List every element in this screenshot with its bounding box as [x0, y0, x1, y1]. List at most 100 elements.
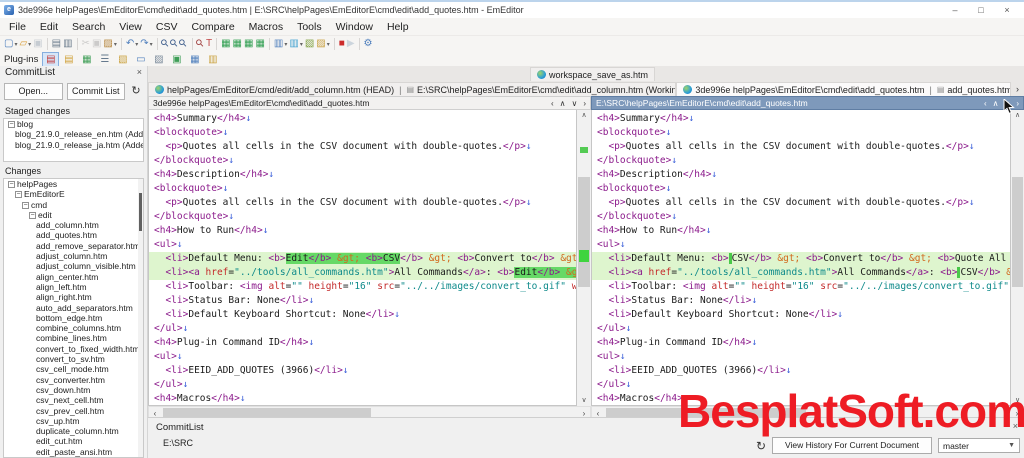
plugin-projects-icon[interactable]: ▤ [42, 52, 60, 67]
tree-item[interactable]: blog_21.9.0_release_en.htm (Added) [4, 129, 143, 139]
scroll-up-icon[interactable]: ∧ [577, 110, 591, 121]
maximize-button[interactable]: □ [968, 3, 994, 17]
tree-item[interactable]: − cmd [4, 200, 143, 210]
refresh-icon[interactable]: ↻ [129, 85, 143, 98]
menu-tools[interactable]: Tools [290, 19, 329, 35]
tree-item[interactable]: convert_to_fixed_width.htm [4, 344, 143, 354]
csv-tsv-mode-icon[interactable]: ▦ [232, 37, 243, 51]
first-difference-icon[interactable]: ∧ [560, 99, 566, 108]
compare-icon[interactable]: ▥ ▾ [273, 37, 288, 51]
menu-view[interactable]: View [112, 19, 149, 35]
plugin-outline-icon[interactable]: ☰ [96, 52, 113, 67]
menu-file[interactable]: File [2, 19, 33, 35]
right-editor-pane[interactable]: <h4>Summary</h4>↓ <blockquote>↓ <p>Quotes… [591, 110, 1011, 406]
tree-item[interactable]: align_center.htm [4, 272, 143, 282]
tree-item[interactable]: combine_columns.htm [4, 323, 143, 333]
tree-item[interactable]: − edit [4, 210, 143, 220]
new-document-icon[interactable]: ▢ ▾ [3, 37, 18, 51]
changes-tree-scrollbar[interactable] [138, 179, 143, 457]
tree-item[interactable]: edit_paste_ansi.htm [4, 447, 143, 457]
tree-item[interactable]: add_column.htm [4, 220, 143, 230]
tree-item[interactable]: duplicate_column.htm [4, 426, 143, 436]
last-difference-icon[interactable]: › [583, 99, 586, 108]
right-vscroll-thumb[interactable] [1012, 177, 1023, 287]
first-difference-icon[interactable]: ∧ [993, 99, 999, 108]
left-pane-header[interactable]: 3de996e helpPages\EmEditorE\cmd\edit\add… [148, 96, 591, 110]
tree-item[interactable]: csv_converter.htm [4, 375, 143, 385]
menu-macros[interactable]: Macros [242, 19, 290, 35]
compare-rescan-icon[interactable]: ▧ [304, 37, 315, 51]
undo-icon[interactable]: ↶ ▾ [125, 37, 139, 51]
open-icon[interactable]: ▱ ▾ [18, 37, 32, 51]
commitlist-close-icon[interactable]: × [137, 67, 142, 81]
tree-item[interactable]: csv_up.htm [4, 416, 143, 426]
tree-item[interactable]: − blog [4, 119, 143, 129]
customize-icon[interactable]: ⚙ [363, 37, 374, 51]
print-icon[interactable]: ▤ [51, 37, 62, 51]
tree-item[interactable]: auto_add_separators.htm [4, 303, 143, 313]
tree-item[interactable]: combine_lines.htm [4, 333, 143, 343]
commit-list-button[interactable]: Commit List [66, 83, 125, 100]
plugin-word-count-icon[interactable]: ▥ [204, 52, 221, 67]
plugin-tooltip-icon[interactable]: ▣ [168, 52, 185, 67]
plugin-html-bar-icon[interactable]: ▦ [78, 52, 95, 67]
plugin-explorer-icon[interactable]: ▤ [60, 52, 77, 67]
tree-item[interactable]: adjust_column.htm [4, 251, 143, 261]
left-vertical-scrollbar[interactable]: ∧ ∨ [577, 110, 591, 406]
next-difference-icon[interactable]: ∨ [571, 99, 577, 108]
tree-item[interactable]: bottom_edge.htm [4, 313, 143, 323]
prev-difference-icon[interactable]: ‹ [551, 99, 554, 108]
right-pane-header[interactable]: E:\SRC\helpPages\EmEditorE\cmd\edit\add_… [591, 96, 1024, 110]
minimize-button[interactable]: – [942, 3, 968, 17]
collapse-icon[interactable]: − [8, 181, 15, 188]
collapse-icon[interactable]: − [8, 121, 15, 128]
view-history-button[interactable]: View History For Current Document [772, 437, 932, 454]
tree-item[interactable]: add_remove_separator.htm [4, 241, 143, 251]
replace-in-files-icon[interactable]: ⚲ [177, 37, 190, 51]
menu-window[interactable]: Window [329, 19, 380, 35]
menu-csv[interactable]: CSV [149, 19, 185, 35]
cut-icon[interactable]: ✂ [81, 37, 91, 51]
tree-item[interactable]: csv_down.htm [4, 385, 143, 395]
tree-item[interactable]: add_quotes.htm [4, 230, 143, 240]
menu-edit[interactable]: Edit [33, 19, 65, 35]
tree-item[interactable]: adjust_column_visible.htm [4, 261, 143, 271]
plugin-web-preview-icon[interactable]: ▭ [132, 52, 149, 67]
collapse-icon[interactable]: − [15, 191, 22, 199]
plugin-commit-list-icon[interactable]: ▦ [186, 52, 203, 67]
prev-difference-icon[interactable]: ‹ [984, 99, 987, 108]
right-vertical-scrollbar[interactable]: ∧ ∨ [1011, 110, 1024, 406]
tab-scroll-right-icon[interactable]: › [1011, 82, 1024, 96]
collapse-icon[interactable]: − [22, 201, 29, 209]
find-toolbar-icon[interactable]: ⚲ [193, 37, 206, 51]
redo-icon[interactable]: ↷ ▾ [139, 37, 153, 51]
left-editor-pane[interactable]: <h4>Summary</h4>↓ <blockquote>↓ <p>Quotes… [148, 110, 577, 406]
collapse-icon[interactable]: − [29, 211, 36, 219]
tree-item[interactable]: csv_cell_mode.htm [4, 364, 143, 374]
tab-add-column[interactable]: helpPages/EmEditorE/cmd/edit/add_column.… [148, 82, 677, 96]
record-macro-icon[interactable]: ■ [338, 37, 346, 51]
tree-item[interactable]: csv_next_cell.htm [4, 395, 143, 405]
save-icon[interactable]: ▣ [32, 37, 43, 51]
close-button[interactable]: × [994, 3, 1020, 17]
copy-icon[interactable]: ▣ [91, 37, 102, 51]
tree-item[interactable]: convert_to_sv.htm [4, 354, 143, 364]
paste-icon[interactable]: ▨ ▾ [102, 37, 117, 51]
tree-item[interactable]: csv_prev_cell.htm [4, 406, 143, 416]
menu-help[interactable]: Help [380, 19, 416, 35]
tree-item[interactable]: edit_cut.htm [4, 436, 143, 446]
open-button[interactable]: Open... [4, 83, 63, 100]
sync-scroll-icon[interactable]: ▥ ▾ [288, 37, 303, 51]
csv-options-icon[interactable]: ▦ [254, 37, 265, 51]
run-macro-icon[interactable]: ▶ [346, 37, 356, 51]
history-refresh-icon[interactable]: ↻ [756, 439, 766, 453]
left-vscroll-thumb[interactable] [578, 177, 590, 287]
scroll-down-icon[interactable]: ∨ [577, 395, 591, 406]
tree-item[interactable]: − EmEditorE [4, 189, 143, 199]
menu-compare[interactable]: Compare [184, 19, 241, 35]
menu-search[interactable]: Search [65, 19, 112, 35]
tree-item[interactable]: blog_21.9.0_release_ja.htm (Added) [4, 140, 143, 150]
plugin-markers-icon[interactable]: ▨ [150, 52, 167, 67]
print-preview-icon[interactable]: ▥ [62, 37, 73, 51]
tab-add-quotes[interactable]: 3de996e helpPages\EmEditorE\cmd\edit\add… [676, 82, 1011, 96]
